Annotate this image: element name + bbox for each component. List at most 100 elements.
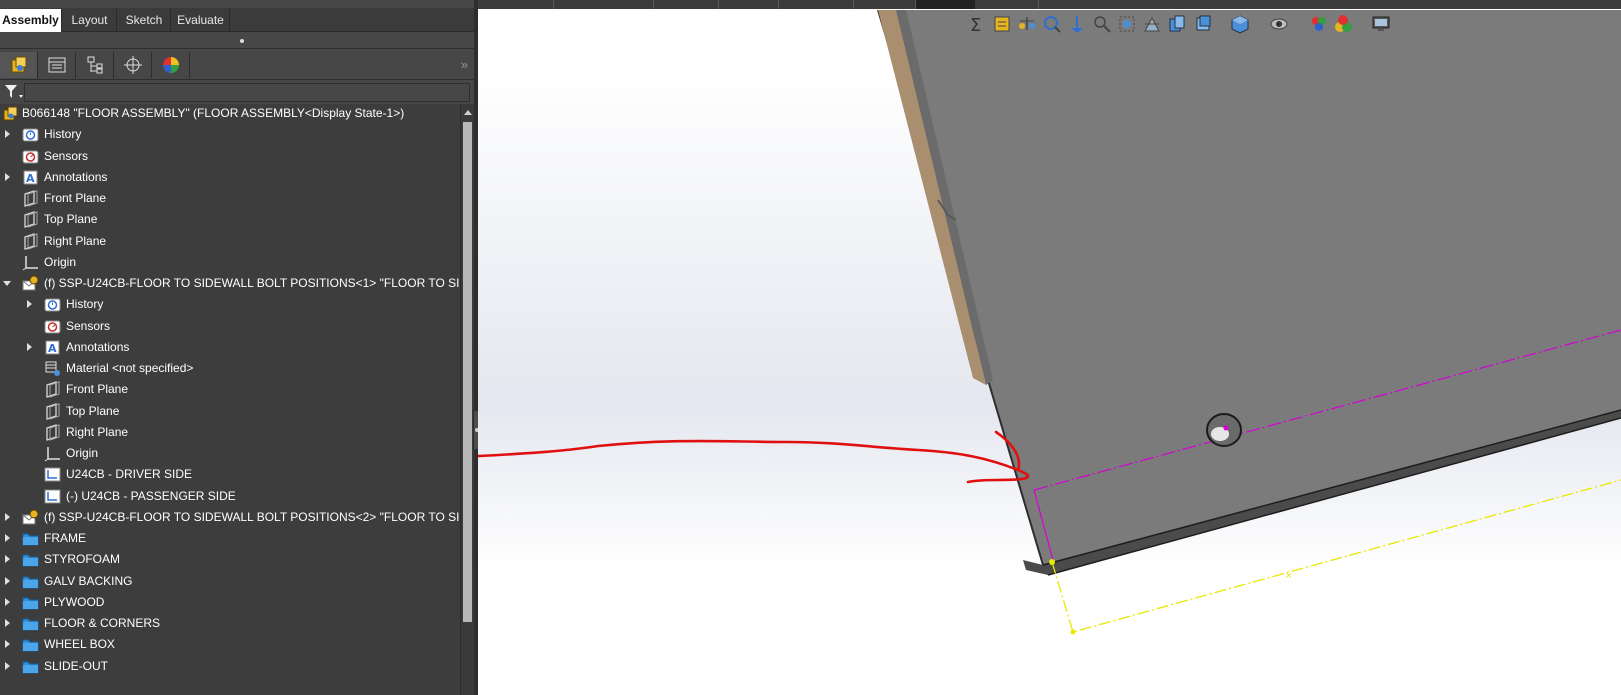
tree-item-origin[interactable]: Origin [0, 443, 460, 464]
sketch-icon [44, 488, 61, 505]
tree-item-label: (f) SSP-U24CB-FLOOR TO SIDEWALL BOLT POS… [44, 509, 460, 524]
plane-icon [22, 232, 39, 250]
annotations-icon: A [22, 169, 39, 186]
expand-arrow-icon[interactable] [5, 512, 10, 521]
view-orientation-icon[interactable] [1167, 14, 1187, 34]
tree-item-u24cb-passenger-side[interactable]: (-) U24CB - PASSENGER SIDE [0, 486, 460, 507]
configurationmanager-tab[interactable] [76, 52, 114, 78]
sketch-icon [44, 466, 61, 483]
tree-item-label: Origin [66, 446, 99, 461]
tree-item-top-plane[interactable]: Top Plane [0, 401, 460, 422]
featuremanager-tab[interactable] [0, 52, 38, 78]
tab-layout[interactable]: Layout [63, 9, 117, 32]
collapse-arrow-icon[interactable] [3, 281, 11, 287]
tab-evaluate[interactable]: Evaluate [172, 9, 230, 32]
filter-icon[interactable] [3, 83, 25, 101]
tree-item-history[interactable]: History [0, 294, 460, 315]
previous-view-icon[interactable] [1067, 14, 1087, 34]
tree-item-sensors[interactable]: Sensors [0, 316, 460, 337]
dynamic-annotation-icon[interactable] [1142, 14, 1162, 34]
view-settings-icon[interactable] [1371, 14, 1391, 34]
tree-item-front-plane[interactable]: Front Plane [0, 379, 460, 400]
expand-arrow-icon[interactable] [5, 576, 10, 585]
tree-item-styrofoam[interactable]: STYROFOAM [0, 549, 460, 570]
view-cube-icon[interactable] [1230, 14, 1250, 34]
scroll-thumb[interactable] [463, 122, 472, 622]
tree-item-label: Front Plane [44, 191, 107, 206]
expand-arrow-icon[interactable] [5, 619, 10, 628]
tree-scrollbar[interactable] [460, 104, 474, 695]
section-properties-icon[interactable] [992, 14, 1012, 34]
expand-arrow-icon[interactable] [5, 555, 10, 564]
annotations-icon: A [44, 339, 61, 356]
scroll-up-arrow-icon[interactable] [464, 110, 472, 115]
propertymanager-icon [48, 57, 66, 73]
filter-input[interactable] [24, 83, 470, 102]
tree-item-annotations[interactable]: A Annotations [0, 337, 460, 358]
sensors-icon [22, 148, 39, 165]
origin-icon [44, 445, 61, 462]
hide-show-icon[interactable] [1269, 14, 1289, 34]
sensors-icon [44, 318, 61, 335]
folder-icon [22, 551, 39, 568]
tree-item-f-ssp-u24cb-floor-to-sidewall-bolt-posit[interactable]: (f) SSP-U24CB-FLOOR TO SIDEWALL BOLT POS… [0, 273, 460, 294]
tree-item-wheel-box[interactable]: WHEEL BOX [0, 634, 460, 655]
balance-icon[interactable] [1017, 14, 1037, 34]
expand-arrow-icon[interactable] [5, 172, 10, 181]
tree-item-label: Sensors [44, 148, 89, 163]
manager-tabs: » [0, 50, 474, 80]
expand-arrow-icon[interactable] [5, 130, 10, 139]
zoom-to-area-icon[interactable] [1092, 14, 1112, 34]
tree-item-origin[interactable]: Origin [0, 252, 460, 273]
expand-arrow-icon[interactable] [27, 342, 32, 351]
evaluate-sum-icon[interactable]: Σ [968, 14, 988, 36]
tree-item-label: B066148 "FLOOR ASSEMBLY" (FLOOR ASSEMBLY… [22, 106, 405, 120]
tab-assembly[interactable]: Assembly [0, 9, 62, 32]
tree-item-plywood[interactable]: PLYWOOD [0, 592, 460, 613]
graphics-area[interactable]: × Σ [478, 0, 1621, 695]
tree-item-galv-backing[interactable]: GALV BACKING [0, 571, 460, 592]
tree-item-annotations[interactable]: A Annotations [0, 167, 460, 188]
dimxpertmanager-tab[interactable] [114, 52, 152, 78]
filter-bar [0, 81, 474, 103]
tree-item-history[interactable]: History [0, 124, 460, 145]
tree-item-right-plane[interactable]: Right Plane [0, 231, 460, 252]
expand-chevron-icon[interactable]: » [461, 57, 468, 72]
tree-item-label: Right Plane [44, 233, 107, 248]
tree-item-u24cb-driver-side[interactable]: U24CB - DRIVER SIDE [0, 464, 460, 485]
tree-item-label: STYROFOAM [44, 552, 121, 567]
tree-root[interactable]: B066148 "FLOOR ASSEMBLY" (FLOOR ASSEMBLY… [0, 104, 460, 124]
section-view-icon[interactable] [1117, 14, 1137, 34]
tree-item-label: GALV BACKING [44, 573, 133, 588]
tree-item-label: Sensors [66, 318, 111, 333]
propertymanager-tab[interactable] [38, 52, 76, 78]
zoom-to-fit-icon[interactable] [1042, 14, 1062, 34]
tree-item-front-plane[interactable]: Front Plane [0, 188, 460, 209]
expand-arrow-icon[interactable] [5, 534, 10, 543]
panel-grip[interactable] [0, 33, 474, 49]
tree-item-label: Annotations [44, 169, 108, 184]
expand-arrow-icon[interactable] [5, 661, 10, 670]
tree-item-f-ssp-u24cb-floor-to-sidewall-bolt-posit[interactable]: (f) SSP-U24CB-FLOOR TO SIDEWALL BOLT POS… [0, 507, 460, 528]
expand-arrow-icon[interactable] [5, 640, 10, 649]
part-icon [21, 275, 39, 292]
tree-item-slide-out[interactable]: SLIDE-OUT [0, 656, 460, 677]
scenes-icon[interactable] [1333, 14, 1353, 34]
expand-arrow-icon[interactable] [5, 597, 10, 606]
tree-item-sensors[interactable]: Sensors [0, 146, 460, 167]
tree-item-material-not-specified[interactable]: Material <not specified> [0, 358, 460, 379]
display-style-icon[interactable] [1193, 14, 1213, 34]
tree-item-top-plane[interactable]: Top Plane [0, 209, 460, 230]
folder-icon [22, 573, 39, 590]
tree-item-right-plane[interactable]: Right Plane [0, 422, 460, 443]
folder-icon [22, 658, 39, 675]
tree-item-label: SLIDE-OUT [44, 658, 109, 673]
tree-item-floor-corners[interactable]: FLOOR & CORNERS [0, 613, 460, 634]
tab-sketch[interactable]: Sketch [118, 9, 171, 32]
tree-item-label: FRAME [44, 531, 86, 546]
expand-arrow-icon[interactable] [27, 300, 32, 309]
tree-item-frame[interactable]: FRAME [0, 528, 460, 549]
displaymanager-tab[interactable] [152, 52, 190, 78]
tree-item-label: Top Plane [44, 212, 98, 227]
appearance-icon[interactable] [1309, 14, 1329, 34]
